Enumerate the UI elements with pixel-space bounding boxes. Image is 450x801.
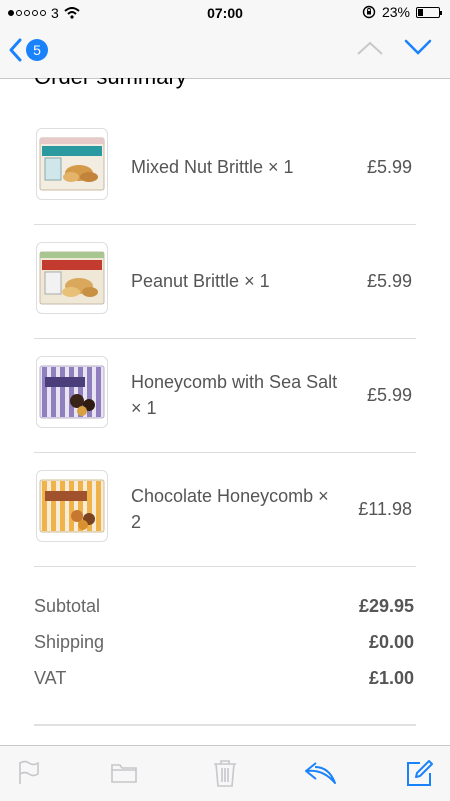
- order-item: Mixed Nut Brittle × 1 £5.99: [34, 110, 416, 225]
- battery-percent: 23%: [381, 4, 410, 20]
- item-price: £5.99: [366, 270, 412, 291]
- folder-icon[interactable]: [110, 759, 138, 785]
- bottom-toolbar: [0, 745, 450, 801]
- divider: [34, 724, 416, 726]
- item-price: £5.99: [366, 156, 412, 177]
- total-label: VAT: [34, 668, 67, 688]
- previous-message-button[interactable]: [356, 40, 384, 56]
- item-name: Honeycomb with Sea Salt × 1: [131, 372, 338, 418]
- unread-count-badge: 5: [26, 39, 48, 61]
- item-name: Chocolate Honeycomb × 2: [131, 486, 329, 532]
- nav-bar: 5: [0, 26, 450, 79]
- chocolate-honeycomb-box-icon: [36, 470, 108, 542]
- item-price: £5.99: [366, 384, 412, 405]
- trash-icon[interactable]: [212, 759, 238, 787]
- total-label: Shipping: [34, 632, 105, 652]
- item-name: Peanut Brittle × 1: [131, 271, 270, 291]
- order-item: Honeycomb with Sea Salt × 1 £5.99: [34, 338, 416, 453]
- status-right: 23%: [362, 4, 442, 20]
- honeycomb-sea-salt-box-icon: [36, 356, 108, 428]
- item-name: Mixed Nut Brittle × 1: [131, 157, 294, 177]
- back-button[interactable]: 5: [8, 38, 48, 62]
- vat-row: VAT £1.00: [34, 658, 416, 694]
- flag-icon[interactable]: [17, 759, 41, 785]
- total-value: £29.95: [358, 596, 414, 616]
- compose-icon[interactable]: [406, 759, 434, 787]
- total-value: £1.00: [368, 668, 414, 688]
- order-summary-title: Order summary: [34, 78, 187, 90]
- subtotal-row: Subtotal £29.95: [34, 586, 416, 622]
- reply-icon[interactable]: [303, 759, 337, 785]
- total-value: £0.00: [368, 632, 414, 652]
- peanut-brittle-box-icon: [36, 242, 108, 314]
- email-body: Order summary Mixed Nut Brittle × 1 £5.9…: [0, 78, 450, 745]
- next-message-button[interactable]: [404, 38, 432, 56]
- shipping-row: Shipping £0.00: [34, 622, 416, 658]
- order-item: Chocolate Honeycomb × 2 £11.98: [34, 452, 416, 567]
- item-price: £11.98: [358, 498, 412, 519]
- mixed-nut-brittle-box-icon: [36, 128, 108, 200]
- chevron-left-icon: [9, 38, 22, 62]
- rotation-lock-icon: [362, 5, 376, 19]
- order-item: Peanut Brittle × 1 £5.99: [34, 224, 416, 339]
- order-totals: Subtotal £29.95 Shipping £0.00 VAT £1.00: [34, 586, 416, 694]
- status-bar: 3 07:00 23%: [0, 0, 450, 26]
- battery-icon: [416, 6, 442, 18]
- total-label: Subtotal: [34, 596, 101, 616]
